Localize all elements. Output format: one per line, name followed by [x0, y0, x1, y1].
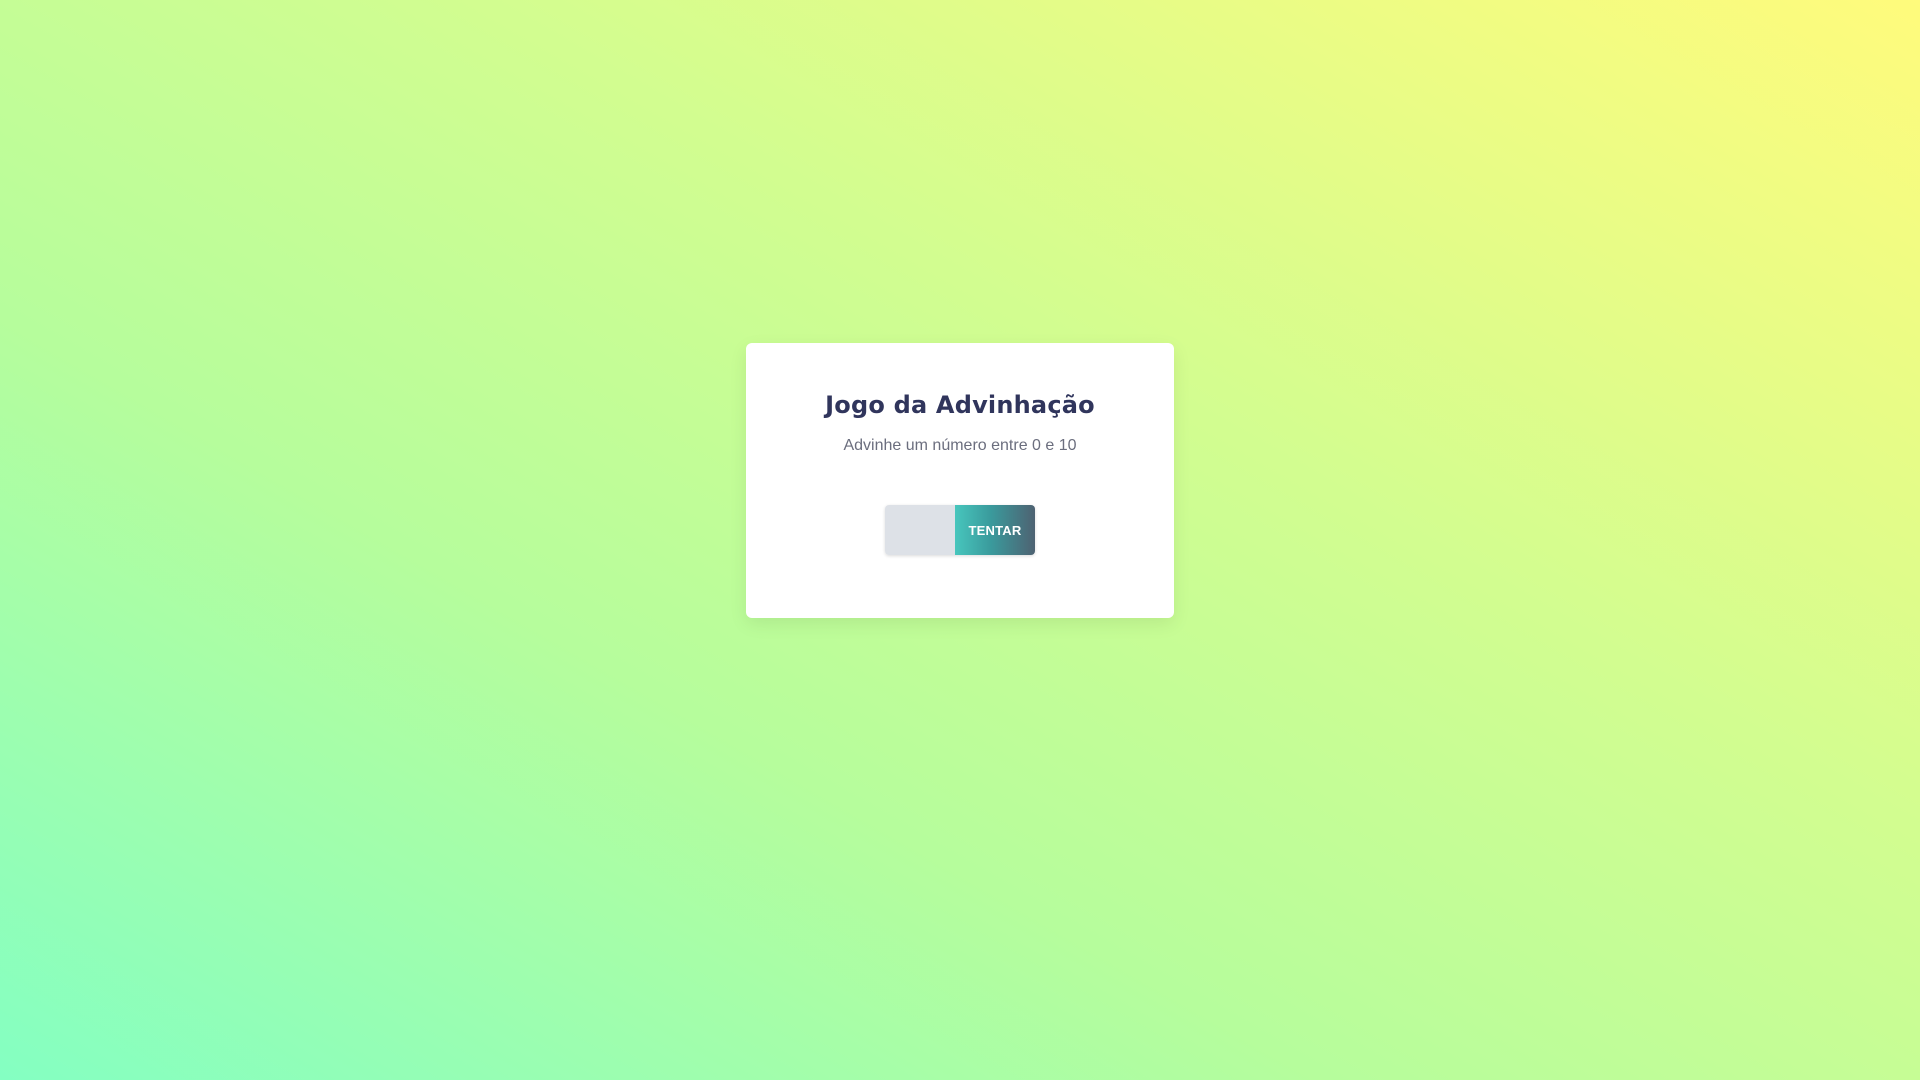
game-title: Jogo da Advinhação — [825, 391, 1095, 419]
guess-form: TENTAR — [885, 505, 1035, 555]
page-background: { "card": { "title": "Jogo da Advinhação… — [0, 0, 1920, 1080]
game-instructions: Advinhe um número entre 0 e 10 — [843, 437, 1077, 454]
guess-input[interactable] — [885, 505, 955, 555]
game-card: Jogo da Advinhação Advinhe um número ent… — [746, 343, 1174, 618]
try-button[interactable]: TENTAR — [955, 505, 1035, 555]
